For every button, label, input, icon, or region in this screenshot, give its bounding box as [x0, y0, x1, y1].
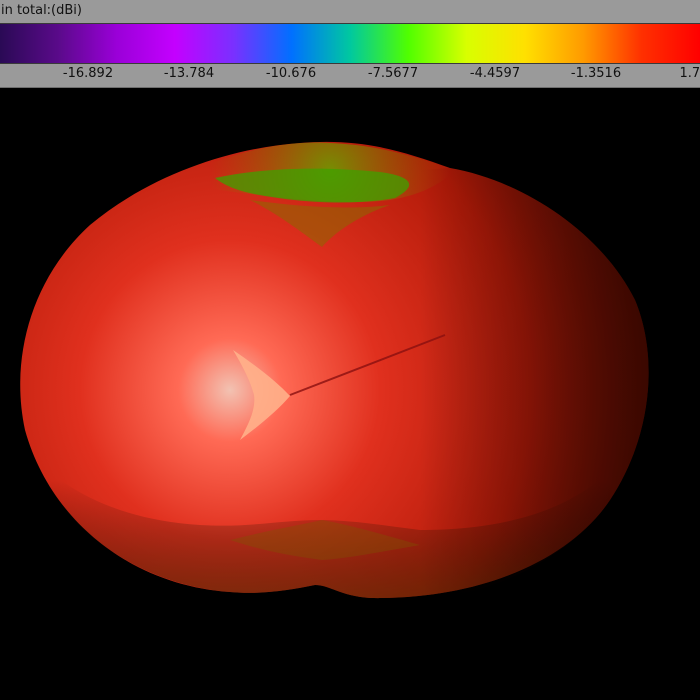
colorbar-tick-label: -1.3516 — [570, 66, 622, 81]
colorbar-tick-label: -10.676 — [265, 66, 317, 81]
colorbar-tick-label: 1.75 — [679, 66, 700, 81]
colorbar-tick-label: -16.892 — [62, 66, 114, 81]
colorbar-legend-panel: ain total:(dBi) -16.892 -13.784 -10.676 … — [0, 0, 700, 88]
colorbar-title: ain total:(dBi) — [0, 3, 82, 18]
colorbar-tick-label: -13.784 — [163, 66, 215, 81]
colorbar-tick-label: -7.5677 — [367, 66, 419, 81]
colorbar-tick-label: -4.4597 — [469, 66, 521, 81]
pattern-right-shade — [420, 168, 649, 599]
radiation-pattern-render[interactable] — [0, 88, 700, 700]
3d-viewport[interactable] — [0, 88, 700, 700]
colorbar-gradient — [0, 23, 700, 64]
